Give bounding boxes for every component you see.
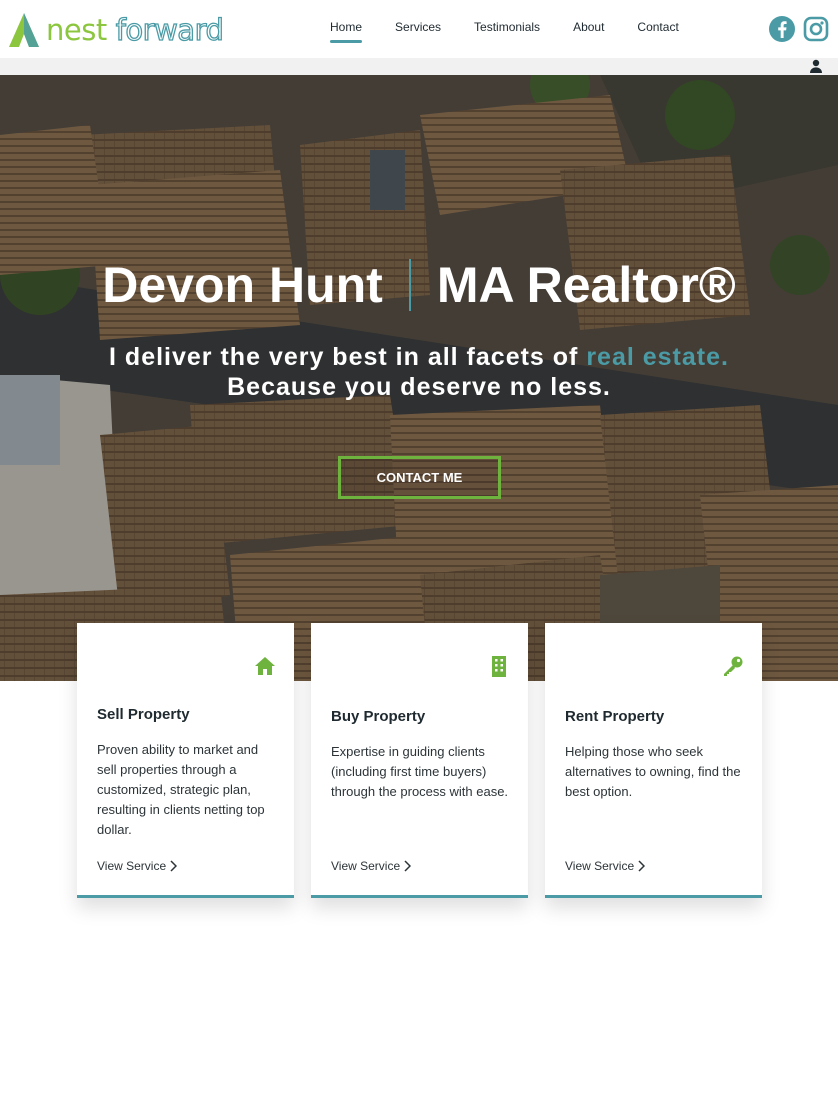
chevron-right-icon <box>170 860 178 872</box>
building-icon <box>492 656 506 677</box>
main-nav: Home Services Testimonials About Contact <box>330 20 712 43</box>
title-divider <box>408 259 411 311</box>
hero-subtitle: I deliver the very best in all facets of… <box>0 342 838 402</box>
view-service-label: View Service <box>97 859 167 873</box>
view-service-label: View Service <box>331 859 401 873</box>
view-service-link[interactable]: View Service <box>97 859 178 873</box>
card-title: Buy Property <box>331 708 426 725</box>
user-icon[interactable] <box>809 59 823 73</box>
hero-title: Devon Hunt MA Realtor® <box>0 257 838 313</box>
chevron-right-icon <box>638 860 646 872</box>
site-logo[interactable]: nest forward <box>8 10 225 50</box>
nav-services[interactable]: Services <box>395 20 441 40</box>
service-card-buy: Buy Property Expertise in guiding client… <box>311 623 528 898</box>
service-card-sell: Sell Property Proven ability to market a… <box>77 623 294 898</box>
hero-subtitle-line2: Because you deserve no less. <box>227 373 611 401</box>
key-icon <box>724 656 743 676</box>
service-card-rent: Rent Property Helping those who seek alt… <box>545 623 762 898</box>
agent-name: Devon Hunt <box>102 257 383 313</box>
logo-word-forward: forward <box>115 12 224 47</box>
card-title: Sell Property <box>97 706 190 723</box>
instagram-icon[interactable] <box>802 15 830 43</box>
nav-about[interactable]: About <box>573 20 604 40</box>
nav-testimonials[interactable]: Testimonials <box>474 20 540 40</box>
hero-section: Devon Hunt MA Realtor® I deliver the ver… <box>0 75 838 681</box>
home-icon <box>255 657 275 675</box>
social-links <box>762 15 830 43</box>
facebook-icon[interactable] <box>768 15 796 43</box>
card-description: Helping those who seek alternatives to o… <box>565 744 741 799</box>
nav-home[interactable]: Home <box>330 20 363 43</box>
card-title: Rent Property <box>565 708 665 725</box>
utility-bar <box>0 58 838 75</box>
card-description: Proven ability to market and sell proper… <box>97 742 265 837</box>
hero-subtitle-line1: I deliver the very best in all facets of… <box>0 342 838 372</box>
hero-subtitle-text: I deliver the very best in all facets of <box>109 343 587 371</box>
house-logo-icon <box>9 13 39 47</box>
contact-me-button[interactable]: CONTACT ME <box>338 456 501 499</box>
view-service-link[interactable]: View Service <box>565 859 646 873</box>
view-service-label: View Service <box>565 859 635 873</box>
logo-word-nest: nest <box>46 13 107 47</box>
agent-role: MA Realtor® <box>436 257 736 313</box>
chevron-right-icon <box>404 860 412 872</box>
hero-subtitle-accent: real estate. <box>586 343 729 371</box>
view-service-link[interactable]: View Service <box>331 859 412 873</box>
card-description: Expertise in guiding clients (including … <box>331 744 509 799</box>
site-header: nest forward Home Services Testimonials … <box>0 0 838 58</box>
nav-contact[interactable]: Contact <box>637 20 678 40</box>
